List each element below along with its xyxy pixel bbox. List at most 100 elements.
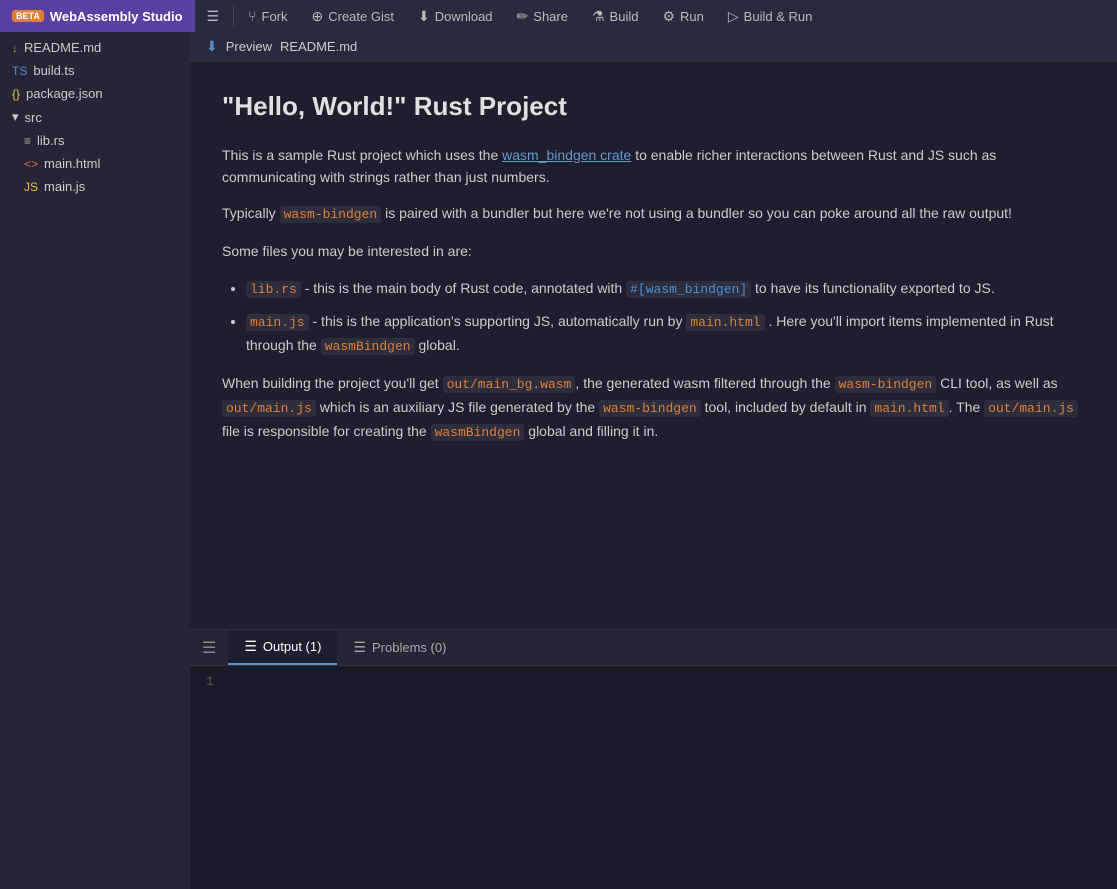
p4-mid5: . The bbox=[949, 399, 985, 415]
md-bullet-list: lib.rs - this is the main body of Rust c… bbox=[246, 277, 1085, 358]
sidebar-item-label: main.js bbox=[44, 179, 85, 194]
librs-code: lib.rs bbox=[246, 281, 301, 298]
md-p2-before: Typically bbox=[222, 205, 280, 221]
run-label: Run bbox=[680, 9, 704, 24]
beta-badge: BETA bbox=[12, 10, 44, 22]
md-paragraph-4: When building the project you'll get out… bbox=[222, 372, 1085, 443]
json-icon: {} bbox=[12, 87, 20, 101]
mainjs-code: main.js bbox=[246, 314, 309, 331]
p4-end: global and filling it in. bbox=[524, 423, 658, 439]
sidebar-item-mainhtml[interactable]: <> main.html bbox=[0, 152, 190, 175]
sidebar-folder-label: src bbox=[25, 110, 42, 125]
md-icon: ↓ bbox=[12, 41, 18, 55]
build-label: Build bbox=[610, 9, 639, 24]
md-paragraph-1: This is a sample Rust project which uses… bbox=[222, 144, 1085, 189]
fork-button[interactable]: ⑂ Fork bbox=[236, 0, 299, 32]
sidebar-item-label: lib.rs bbox=[37, 133, 64, 148]
create-gist-button[interactable]: ⊕ Create Gist bbox=[300, 0, 406, 32]
md-paragraph-3: Some files you may be interested in are: bbox=[222, 240, 1085, 262]
main-html-code: main.html bbox=[870, 400, 948, 417]
wasm-bindgen-code: wasm-bindgen bbox=[280, 206, 382, 223]
build-icon: ⚗ bbox=[592, 8, 605, 25]
list-item-mainjs: main.js - this is the application's supp… bbox=[246, 310, 1085, 358]
menu-button[interactable]: ☰ bbox=[195, 0, 232, 32]
sidebar-item-label: build.ts bbox=[33, 63, 74, 78]
mainhtml-code: main.html bbox=[686, 314, 764, 331]
separator-1 bbox=[233, 6, 234, 26]
sidebar-item-buildts[interactable]: TS build.ts bbox=[0, 59, 190, 82]
out-main-js-code: out/main.js bbox=[222, 400, 316, 417]
run-button[interactable]: ⚙ Run bbox=[650, 0, 715, 32]
ts-icon: TS bbox=[12, 64, 27, 78]
download-label: Download bbox=[435, 9, 493, 24]
preview-icon: ⬇ bbox=[206, 38, 218, 55]
download-button[interactable]: ⬇ Download bbox=[406, 0, 505, 32]
preview-tab[interactable]: ⬇ Preview README.md bbox=[190, 32, 1117, 62]
sidebar-item-readme[interactable]: ↓ README.md bbox=[0, 36, 190, 59]
sidebar-item-label: main.html bbox=[44, 156, 100, 171]
fork-label: Fork bbox=[262, 9, 288, 24]
tab-problems[interactable]: ☰ Problems (0) bbox=[337, 630, 462, 665]
buildrun-label: Build & Run bbox=[744, 9, 813, 24]
problems-tab-icon: ☰ bbox=[353, 639, 366, 656]
download-icon: ⬇ bbox=[418, 8, 430, 25]
p4-mid4: tool, included by default in bbox=[701, 399, 871, 415]
list-item-librs: lib.rs - this is the main body of Rust c… bbox=[246, 277, 1085, 301]
preview-label: Preview bbox=[226, 39, 272, 54]
p4-mid6: file is responsible for creating the bbox=[222, 423, 431, 439]
rs-icon: ≡ bbox=[24, 134, 31, 148]
out-main-bg-code: out/main_bg.wasm bbox=[443, 376, 576, 393]
bottom-panel: ☰ ☰ Output (1) ☰ Problems (0) 1 bbox=[190, 629, 1117, 889]
md-p1-before: This is a sample Rust project which uses… bbox=[222, 147, 502, 163]
p4-before: When building the project you'll get bbox=[222, 375, 443, 391]
md-paragraph-2: Typically wasm-bindgen is paired with a … bbox=[222, 202, 1085, 226]
gist-icon: ⊕ bbox=[312, 8, 324, 25]
sidebar-item-librs[interactable]: ≡ lib.rs bbox=[0, 129, 190, 152]
md-p2-after: is paired with a bundler but here we're … bbox=[381, 205, 1012, 221]
output-tab-label: Output (1) bbox=[263, 639, 322, 654]
folder-chevron-icon: ▾ bbox=[12, 109, 19, 125]
mainjs-text1: - this is the application's supporting J… bbox=[313, 313, 687, 329]
wasm-bindgen-tool-code: wasm-bindgen bbox=[599, 400, 701, 417]
p4-mid2: CLI tool, as well as bbox=[936, 375, 1057, 391]
wasmBindgen-code: wasmBindgen bbox=[321, 338, 415, 355]
fork-icon: ⑂ bbox=[248, 8, 256, 24]
p4-mid3: which is an auxiliary JS file generated … bbox=[316, 399, 599, 415]
content-area: ⬇ Preview README.md "Hello, World!" Rust… bbox=[190, 32, 1117, 889]
p4-mid1: , the generated wasm filtered through th… bbox=[575, 375, 834, 391]
mainjs-text3: global. bbox=[418, 337, 459, 353]
build-button[interactable]: ⚗ Build bbox=[580, 0, 650, 32]
wasm-bindgen-attr-code: #[wasm_bindgen] bbox=[626, 281, 751, 298]
librs-text1: - this is the main body of Rust code, an… bbox=[305, 280, 626, 296]
output-tab-icon: ☰ bbox=[244, 638, 257, 655]
share-label: Share bbox=[533, 9, 568, 24]
bottom-tabs: ☰ ☰ Output (1) ☰ Problems (0) bbox=[190, 630, 1117, 666]
md-title: "Hello, World!" Rust Project bbox=[222, 86, 1085, 128]
app-title: WebAssembly Studio bbox=[50, 9, 183, 24]
preview-filename: README.md bbox=[280, 39, 357, 54]
tab-output[interactable]: ☰ Output (1) bbox=[228, 630, 337, 665]
problems-tab-label: Problems (0) bbox=[372, 640, 446, 655]
js-icon: JS bbox=[24, 180, 38, 194]
out-main-js-code2: out/main.js bbox=[984, 400, 1078, 417]
sidebar-item-mainjs[interactable]: JS main.js bbox=[0, 175, 190, 198]
sidebar-folder-src[interactable]: ▾ src bbox=[0, 105, 190, 129]
build-run-button[interactable]: ▷ Build & Run bbox=[716, 0, 824, 32]
share-icon: ✏ bbox=[517, 8, 529, 25]
share-button[interactable]: ✏ Share bbox=[505, 0, 580, 32]
wasmBindgen-global-code: wasmBindgen bbox=[431, 424, 525, 441]
line-number-1: 1 bbox=[206, 674, 214, 689]
run-icon: ⚙ bbox=[662, 8, 675, 25]
wasm-bindgen-link[interactable]: wasm_bindgen crate bbox=[502, 147, 631, 163]
bottom-menu-icon[interactable]: ☰ bbox=[190, 630, 228, 665]
sidebar-item-packagejson[interactable]: {} package.json bbox=[0, 82, 190, 105]
app-logo: BETA WebAssembly Studio bbox=[0, 0, 195, 32]
sidebar: ↓ README.md TS build.ts {} package.json … bbox=[0, 32, 190, 889]
bottom-content: 1 bbox=[190, 666, 1117, 889]
sidebar-item-label: package.json bbox=[26, 86, 103, 101]
sidebar-item-label: README.md bbox=[24, 40, 101, 55]
buildrun-icon: ▷ bbox=[728, 8, 739, 25]
menu-icon: ☰ bbox=[207, 8, 220, 25]
main-area: ↓ README.md TS build.ts {} package.json … bbox=[0, 32, 1117, 889]
html-icon: <> bbox=[24, 157, 38, 171]
